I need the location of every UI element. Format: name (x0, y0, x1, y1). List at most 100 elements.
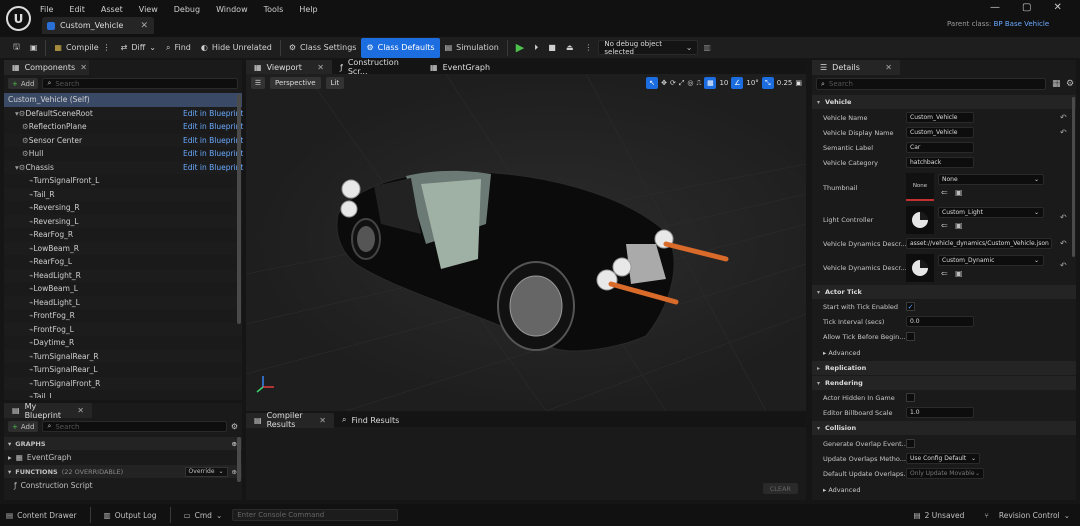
details-tab[interactable]: ☰ Details ✕ (812, 60, 900, 75)
menu-item-file[interactable]: File (40, 5, 53, 14)
use-selected-icon[interactable]: ⇐ (941, 269, 948, 278)
menu-item-help[interactable]: Help (299, 5, 317, 14)
light-controller-thumb[interactable] (906, 206, 934, 234)
edit-in-blueprint-link[interactable]: Edit in Blueprint (183, 109, 243, 118)
save-button[interactable]: 🖫 (8, 38, 25, 58)
menu-item-asset[interactable]: Asset (101, 5, 123, 14)
scale-snap-icon[interactable]: ⤡ (761, 77, 774, 89)
scrollbar[interactable] (237, 437, 241, 482)
tree-item[interactable]: ⚙ Hull Edit in Blueprint (4, 147, 243, 161)
tree-item[interactable]: ⌁ Tail_R (4, 187, 242, 201)
section-replication[interactable]: ▸ Replication (812, 361, 1076, 375)
hamburger-icon[interactable]: ☰ (251, 77, 265, 89)
add-member-button[interactable]: + Add (8, 421, 39, 432)
reset-icon[interactable]: ↶ (1060, 128, 1067, 137)
tree-item[interactable]: ⌁ RearFog_R (4, 228, 242, 242)
close-icon[interactable]: ✕ (319, 416, 326, 425)
billboard-scale-input[interactable]: 1.0 (906, 407, 974, 418)
tree-item[interactable]: Custom_Vehicle (Self) (4, 93, 242, 107)
content-drawer-button[interactable]: ▤ Content Drawer (6, 511, 77, 520)
browse-button[interactable]: ▣ (25, 38, 43, 58)
find-button[interactable]: ⌕ Find (161, 38, 196, 58)
row-advanced[interactable]: ▸ Advanced (812, 345, 1076, 360)
reset-icon[interactable]: ↶ (1060, 239, 1067, 248)
step-button[interactable]: ⏵ (529, 38, 543, 58)
scale-snap-value[interactable]: 0.25 (777, 79, 793, 87)
scrollbar[interactable] (1072, 97, 1075, 257)
close-icon[interactable]: ✕ (885, 63, 892, 72)
thumbnail-preview[interactable]: None (906, 173, 934, 201)
grid-snap-value[interactable]: 10 (719, 79, 728, 87)
my-blueprint-search-input[interactable]: ⌕ Search (42, 421, 227, 432)
browse-folder-icon[interactable]: ▣ (955, 269, 963, 278)
components-tab[interactable]: ▦ Components ✕ (4, 60, 89, 75)
compile-button[interactable]: ▦ Compile ⋮ (49, 38, 115, 58)
edit-in-blueprint-link[interactable]: Edit in Blueprint (183, 136, 243, 145)
unsaved-button[interactable]: ▤ 2 Unsaved (914, 511, 965, 520)
override-dropdown[interactable]: Override ⌄ (184, 466, 228, 477)
rotation-snap-value[interactable]: 10° (746, 79, 758, 87)
revision-control-button[interactable]: Revision Control ⌄ (999, 511, 1070, 520)
menu-item-debug[interactable]: Debug (174, 5, 200, 14)
console-input[interactable]: Enter Console Command (232, 509, 399, 521)
tree-item[interactable]: ⌁ LowBeam_L (4, 282, 242, 296)
debug-icon[interactable]: ▥ (703, 43, 711, 52)
close-icon[interactable]: ✕ (80, 63, 87, 72)
perspective-button[interactable]: Perspective (270, 77, 321, 89)
gear-icon[interactable]: ⚙ (1066, 79, 1074, 89)
reset-icon[interactable]: ↶ (1060, 261, 1067, 270)
document-tab[interactable]: Custom_Vehicle ✕ (42, 17, 154, 34)
eventgraph-item[interactable]: ▸ ▦ EventGraph (4, 450, 242, 465)
tree-item[interactable]: ⌁ RearFog_L (4, 255, 242, 269)
tab-eventgraph[interactable]: ▦ EventGraph (422, 60, 502, 75)
tree-item[interactable]: ▾ ⚙ DefaultSceneRoot Edit in Blueprint (4, 106, 243, 120)
menu-item-view[interactable]: View (139, 5, 158, 14)
display-name-input[interactable]: Custom_Vehicle (906, 127, 974, 138)
start-tick-checkbox[interactable]: ✓ (906, 302, 915, 311)
section-collision[interactable]: ▾ Collision (812, 421, 1076, 435)
close-icon[interactable]: ✕ (140, 21, 148, 31)
add-component-button[interactable]: + Add (8, 78, 39, 89)
thumbnail-combo[interactable]: None ⌄ (938, 174, 1044, 185)
allow-tick-checkbox[interactable] (906, 332, 915, 341)
tree-item[interactable]: ⌁ HeadLight_L (4, 295, 242, 309)
world-icon[interactable]: ◎ (687, 79, 693, 87)
edit-in-blueprint-link[interactable]: Edit in Blueprint (183, 149, 243, 158)
output-log-button[interactable]: ▥ Output Log (104, 511, 157, 520)
tree-item[interactable]: ⌁ Daytime_R (4, 336, 242, 350)
dynamics-path-input[interactable]: asset://vehicle_dynamics/Custom_Vehicle.… (906, 238, 1052, 249)
tree-item[interactable]: ⌁ TurnSignalFront_L (4, 174, 242, 188)
class-defaults-button[interactable]: ⚙ Class Defaults (361, 37, 440, 58)
tree-item[interactable]: ⌁ TurnSignalRear_R (4, 349, 242, 363)
close-icon[interactable]: ✕ (77, 406, 84, 415)
rotate-icon[interactable]: ⟳ (670, 79, 676, 87)
maximize-icon[interactable]: ▢ (1022, 2, 1031, 13)
hide-unrelated-button[interactable]: ◐ Hide Unrelated (196, 38, 277, 58)
diff-button[interactable]: ⇄ Diff ⌄ (116, 38, 161, 58)
tree-item[interactable]: ⌁ TurnSignalRear_L (4, 363, 242, 377)
grid-snap-icon[interactable]: ▦ (704, 77, 717, 89)
tree-item[interactable]: ⌁ FrontFog_L (4, 322, 242, 336)
select-mode-icon[interactable]: ↖ (646, 77, 659, 89)
close-window-icon[interactable]: ✕ (1053, 2, 1061, 13)
reset-icon[interactable]: ↶ (1060, 113, 1067, 122)
kebab-icon[interactable]: ⋮ (103, 43, 111, 52)
simulation-button[interactable]: ▤ Simulation (440, 38, 504, 58)
translate-icon[interactable]: ✥ (661, 79, 667, 87)
construction-script-item[interactable]: ƒ Construction Script (4, 478, 242, 492)
browse-folder-icon[interactable]: ▣ (955, 188, 963, 197)
my-blueprint-tab[interactable]: ▤ My Blueprint ✕ (4, 402, 92, 420)
section-rendering[interactable]: ▾ Rendering (812, 376, 1076, 390)
unreal-logo[interactable]: U (6, 6, 31, 31)
clear-button[interactable]: CLEAR (762, 483, 798, 494)
tab-find-results[interactable]: ⌕ Find Results (334, 413, 407, 428)
functions-section[interactable]: ▾ FUNCTIONS (22 OVERRIDABLE) Override ⌄ ⊕ (4, 465, 242, 478)
tab-viewport[interactable]: ▦ Viewport ✕ (246, 59, 332, 75)
camera-speed-icon[interactable]: ▣ (795, 79, 802, 87)
scrollbar[interactable] (237, 94, 241, 324)
tick-interval-input[interactable]: 0.0 (906, 316, 974, 327)
gear-icon[interactable]: ⚙ (231, 422, 238, 431)
use-selected-icon[interactable]: ⇐ (941, 188, 948, 197)
hidden-in-game-checkbox[interactable] (906, 393, 915, 402)
vehicle-name-input[interactable]: Custom_Vehicle (906, 112, 974, 123)
